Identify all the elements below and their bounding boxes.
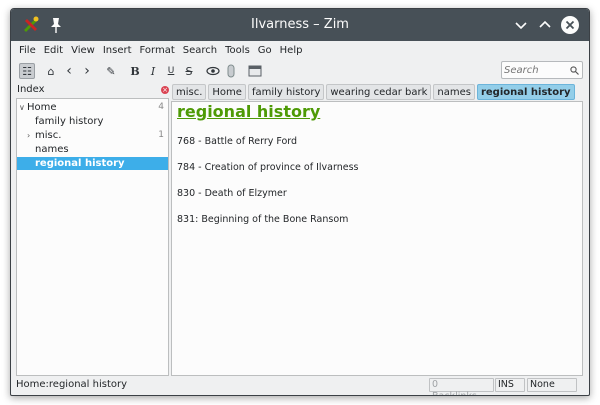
page-line[interactable]: 830 - Death of Elzymer <box>177 188 287 199</box>
menu-insert[interactable]: Insert <box>99 45 136 56</box>
tree-item-label: regional history <box>35 158 125 169</box>
attachment-icon[interactable] <box>223 63 239 79</box>
italic-icon[interactable]: I <box>145 63 161 79</box>
status-bar: Home:regional history 0 Backlinks... INS… <box>11 377 589 395</box>
path-bar: misc. Home family history wearing cedar … <box>172 84 575 100</box>
chevron-down-icon[interactable]: ∨ <box>19 101 27 114</box>
bold-icon[interactable]: B <box>127 63 143 79</box>
index-header: Index × <box>17 84 169 98</box>
crumb-wearing-cedar-bark[interactable]: wearing cedar bark <box>326 84 432 100</box>
tree-item-label: Home <box>27 102 57 113</box>
crumb-family-history[interactable]: family history <box>247 84 325 100</box>
minimize-icon[interactable] <box>511 15 531 35</box>
close-index-icon[interactable]: × <box>161 86 169 94</box>
crumb-home[interactable]: Home <box>208 84 246 100</box>
backlinks-button[interactable]: 0 Backlinks... <box>429 378 494 395</box>
close-icon[interactable] <box>560 15 580 35</box>
menu-format[interactable]: Format <box>136 45 179 56</box>
edit-pencil-icon[interactable]: ✎ <box>103 63 119 79</box>
search-icon[interactable] <box>570 66 579 75</box>
menu-help[interactable]: Help <box>276 45 307 56</box>
tree-item-label: names <box>35 144 69 155</box>
crumb-names[interactable]: names <box>433 84 475 100</box>
menu-search[interactable]: Search <box>179 45 221 56</box>
menu-edit[interactable]: Edit <box>40 45 67 56</box>
chevron-right-icon[interactable]: › <box>27 129 35 142</box>
toolbar: ☷ ⌂ ‹ › ✎ B I U S <box>11 59 589 83</box>
window-title: Ilvarness – Zim <box>251 17 349 32</box>
forward-icon[interactable]: › <box>79 63 95 79</box>
tree-item-misc[interactable]: › misc. 1 <box>17 129 168 142</box>
search-field[interactable] <box>501 61 583 79</box>
status-page-path: Home:regional history <box>16 379 128 390</box>
menu-go[interactable]: Go <box>254 45 276 56</box>
tree-item-names[interactable]: names <box>17 143 168 156</box>
toggle-index-icon[interactable]: ☷ <box>19 63 35 79</box>
index-tree: ∨ Home 4 family history › misc. 1 names … <box>16 98 169 376</box>
app-window: Ilvarness – Zim File Edit View Insert Fo… <box>10 8 590 396</box>
title-bar[interactable]: Ilvarness – Zim <box>11 9 589 41</box>
underline-icon[interactable]: U <box>163 63 179 79</box>
page-heading[interactable]: regional history <box>177 102 320 121</box>
tree-item-count: 1 <box>158 130 164 140</box>
page-line[interactable]: 768 - Battle of Rerry Ford <box>177 136 297 147</box>
page-line[interactable]: 831: Beginning of the Bone Ransom <box>177 214 348 225</box>
tree-item-count: 4 <box>158 102 164 112</box>
menu-tools[interactable]: Tools <box>221 45 254 56</box>
page-line[interactable]: 784 - Creation of province of Ilvarness <box>177 162 358 173</box>
search-input[interactable] <box>504 63 564 77</box>
home-icon[interactable]: ⌂ <box>43 63 59 79</box>
tree-item-family-history[interactable]: family history <box>17 115 168 128</box>
tree-item-regional-history[interactable]: regional history <box>17 157 168 170</box>
menu-file[interactable]: File <box>15 45 40 56</box>
menu-bar: File Edit View Insert Format Search Tool… <box>11 41 589 59</box>
maximize-icon[interactable] <box>535 15 555 35</box>
preview-eye-icon[interactable] <box>205 63 221 79</box>
page-editor[interactable]: regional history 768 - Battle of Rerry F… <box>171 101 583 376</box>
style-indicator[interactable]: None <box>527 378 577 392</box>
menu-view[interactable]: View <box>67 45 99 56</box>
tree-item-label: misc. <box>35 130 62 141</box>
insert-mode-indicator: INS <box>495 378 525 392</box>
crumb-misc[interactable]: misc. <box>172 84 207 100</box>
index-title: Index <box>17 84 45 95</box>
strikethrough-icon[interactable]: S <box>181 63 197 79</box>
calendar-icon[interactable] <box>247 63 263 79</box>
back-icon[interactable]: ‹ <box>61 63 77 79</box>
tree-item-home[interactable]: ∨ Home 4 <box>17 101 168 114</box>
crumb-regional-history[interactable]: regional history <box>476 84 575 100</box>
tree-item-label: family history <box>35 116 104 127</box>
